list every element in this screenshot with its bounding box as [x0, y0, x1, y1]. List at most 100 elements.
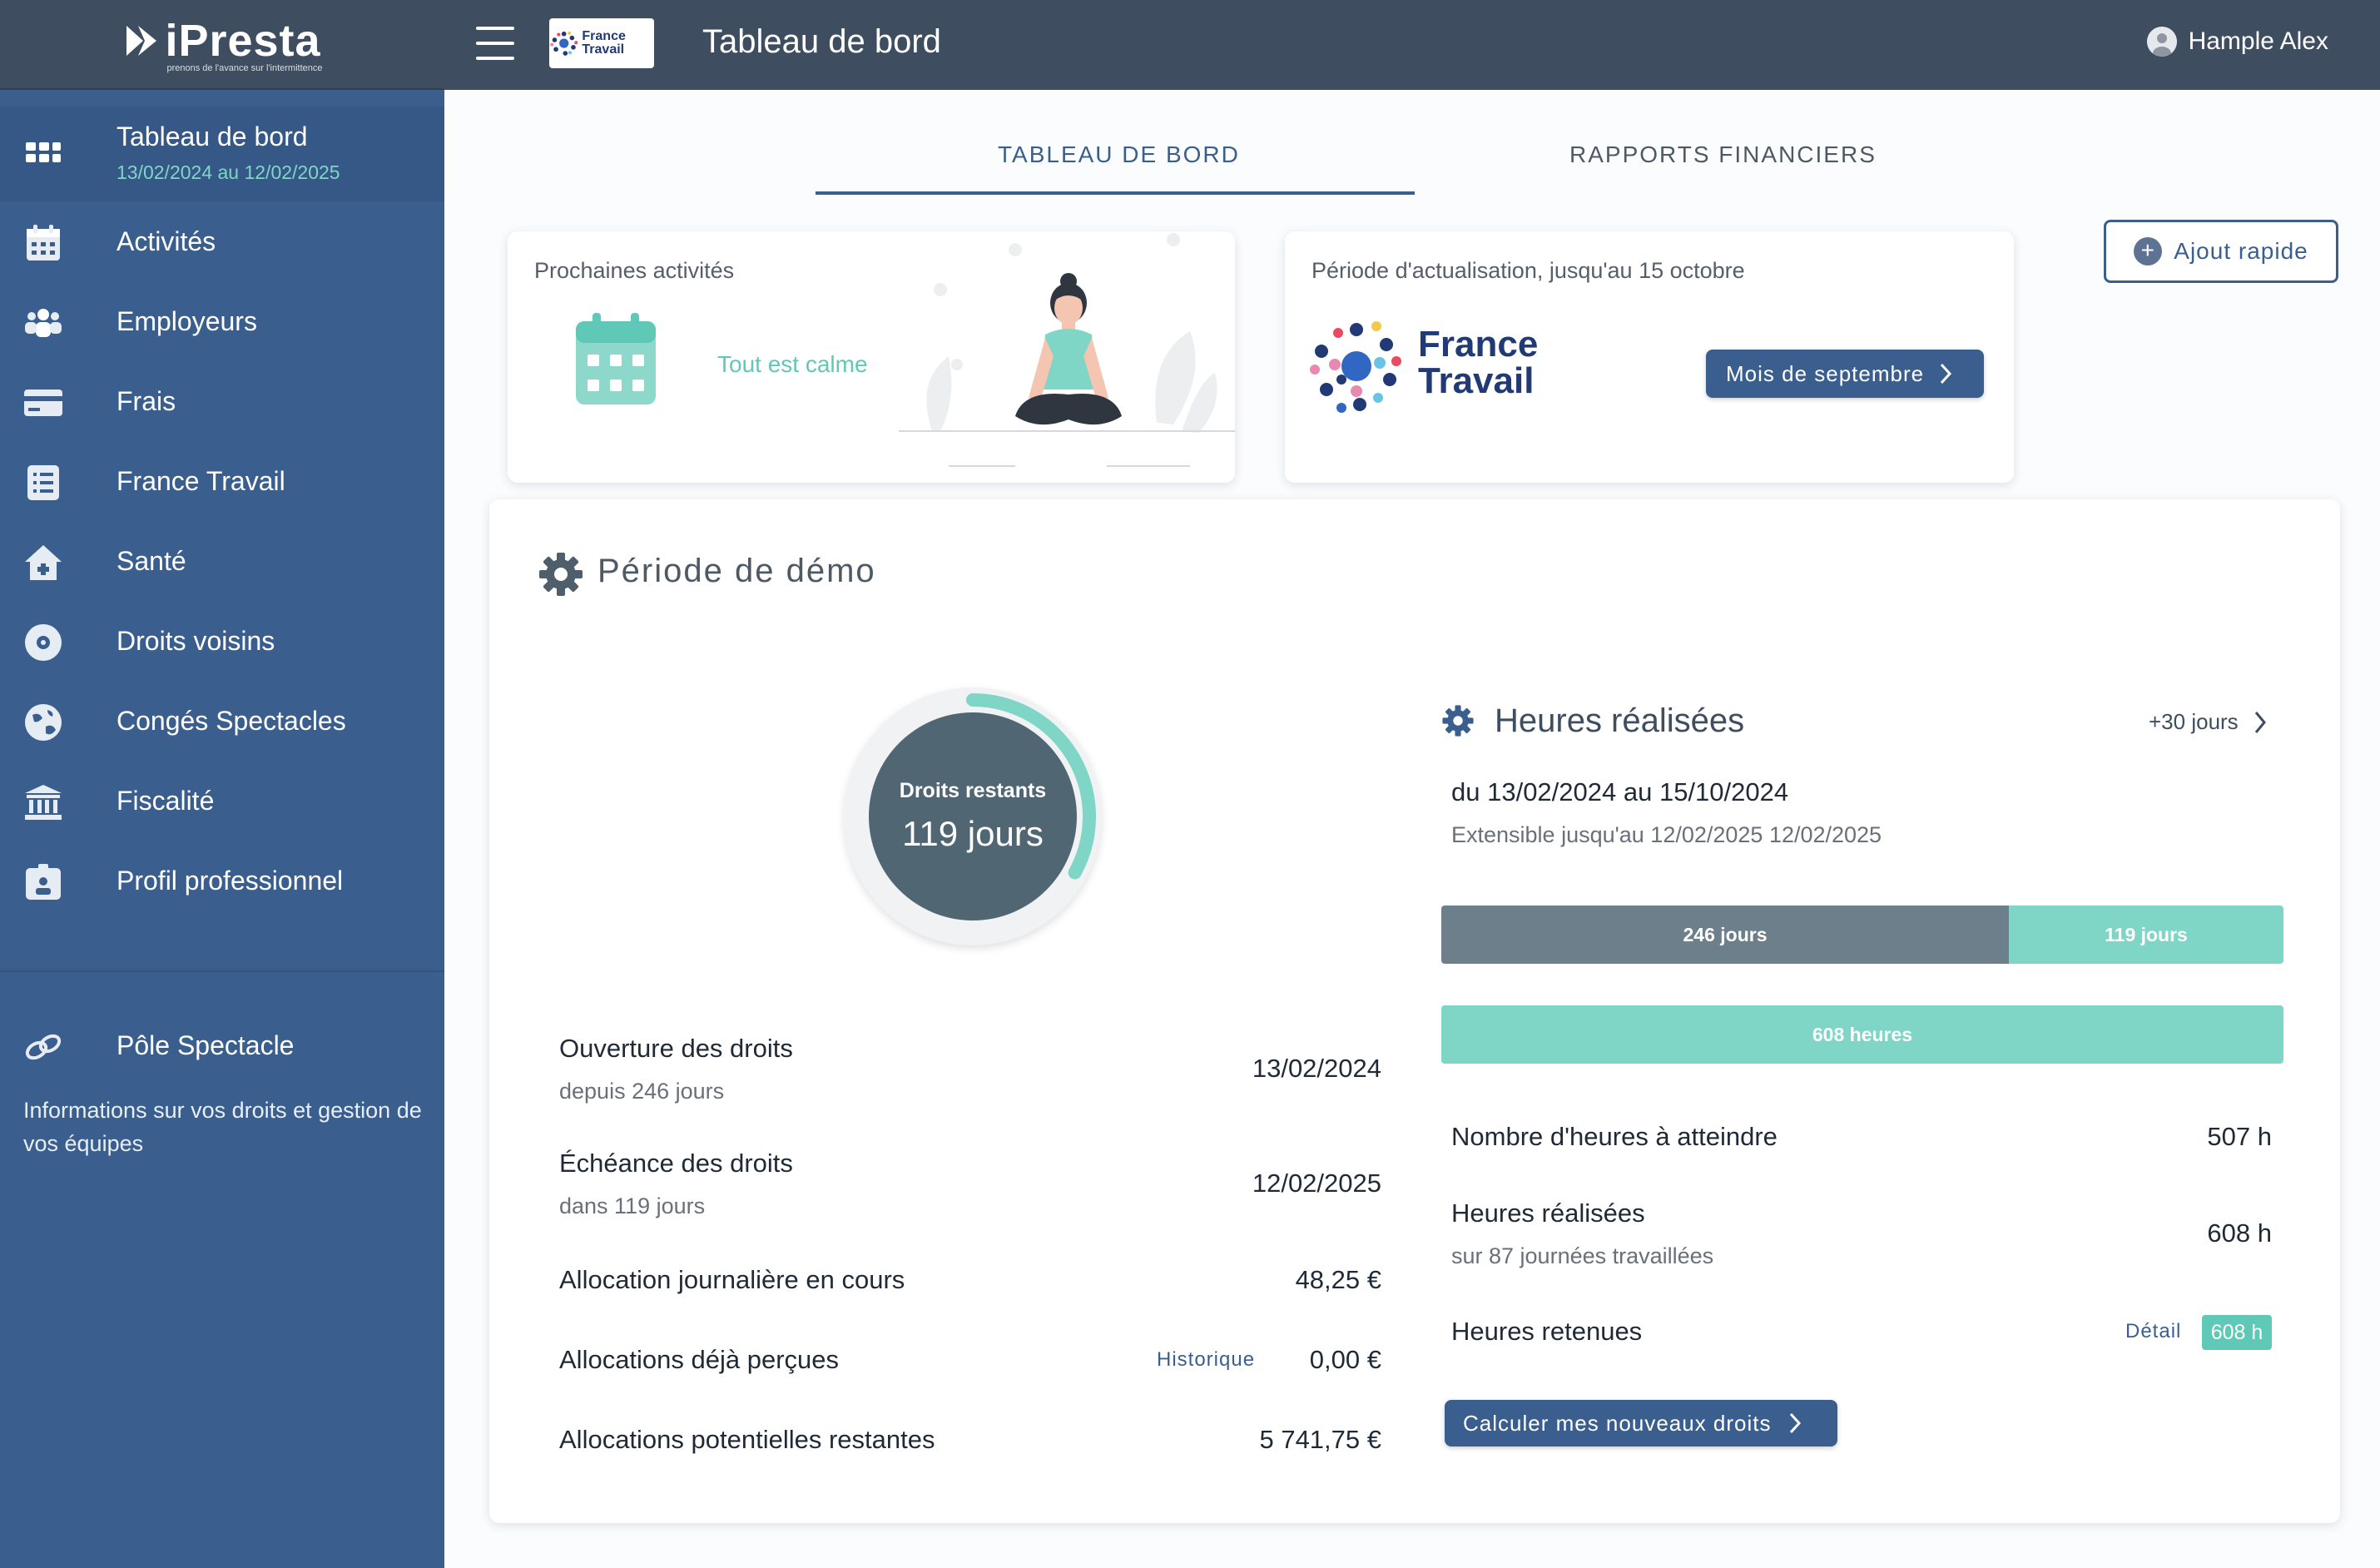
sidebar-item-fiscalite[interactable]: Fiscalité — [0, 782, 444, 822]
sidebar-item-conges-spectacles[interactable]: Congés Spectacles — [0, 702, 444, 742]
hours-retained-label: Heures retenues — [1451, 1317, 1643, 1346]
card-title: Prochaines activités — [534, 258, 735, 283]
wordmark-line-2: Travail — [1418, 360, 1535, 401]
month-september-button[interactable]: Mois de septembre — [1706, 350, 1984, 398]
app-logo[interactable]: iPresta prenons de l'avance sur l'interm… — [0, 0, 444, 90]
avatar-icon — [2146, 27, 2177, 57]
potential-allowances-value: 5 741,75 € — [1259, 1425, 1381, 1454]
tab-rapports-financiers[interactable]: RAPPORTS FINANCIERS — [1569, 141, 1877, 168]
gauge-value: 119 jours — [902, 814, 1044, 853]
link-icon — [23, 1027, 63, 1067]
daily-allowance-value: 48,25 € — [1295, 1265, 1381, 1294]
dashboard-icon — [23, 133, 63, 173]
gauge-label: Droits restants — [899, 779, 1047, 802]
hours-target-label: Nombre d'heures à atteindre — [1451, 1122, 1778, 1151]
wordmark-line-1: France — [1418, 324, 1539, 365]
france-travail-wordmark: France Travail — [1418, 326, 1538, 399]
credit-card-icon — [23, 383, 63, 423]
meditation-illustration — [899, 233, 1235, 467]
globe-icon — [23, 702, 63, 742]
calendar-icon — [23, 223, 63, 263]
user-menu[interactable]: Hample Alex — [2146, 27, 2328, 57]
sidebar-item-label: Activités — [117, 226, 216, 256]
france-travail-logo-icon — [550, 31, 578, 56]
demo-period-title: Période de démo — [597, 553, 876, 589]
sidebar-item-label: Employeurs — [117, 306, 257, 336]
days-left-bar: 119 jours — [2009, 906, 2283, 964]
france-travail-logo-icon — [1310, 321, 1401, 413]
extensible-date: Extensible jusqu'au 12/02/2025 12/02/202… — [1451, 822, 1882, 847]
chevron-right-icon — [2254, 711, 2266, 733]
sidebar-item-label: France Travail — [117, 466, 285, 496]
hours-done-sub: sur 87 journées travaillées — [1451, 1243, 1714, 1268]
sidebar-item-pole-spectacle[interactable]: Pôle Spectacle — [0, 1027, 444, 1067]
gear-icon — [1442, 705, 1474, 737]
button-label: Mois de septembre — [1726, 360, 1925, 386]
tab-tableau-de-bord[interactable]: TABLEAU DE BORD — [998, 141, 1240, 168]
plus-30-days-label: +30 jours — [2149, 709, 2239, 734]
sidebar-item-label: Congés Spectacles — [117, 706, 346, 736]
sidebar-item-profil-professionnel[interactable]: Profil professionnel — [0, 862, 444, 902]
disc-icon — [23, 623, 63, 662]
sidebar-item-label: Santé — [117, 546, 186, 576]
app-tagline: prenons de l'avance sur l'intermittence — [166, 63, 323, 73]
history-link[interactable]: Historique — [1157, 1348, 1255, 1372]
ipresta-logo-icon — [126, 26, 157, 56]
hours-retained-badge: 608 h — [2202, 1315, 2272, 1350]
sidebar-divider — [0, 970, 444, 972]
empty-state-text: Tout est calme — [717, 351, 868, 377]
hours-bar: 608 heures — [1441, 1005, 2283, 1064]
days-used-bar: 246 jours — [1441, 906, 2009, 964]
update-period-card: Période d'actualisation, jusqu'au 15 oct… — [1285, 231, 2014, 483]
sidebar-item-employeurs[interactable]: Employeurs — [0, 303, 444, 343]
sidebar-item-label: Profil professionnel — [117, 866, 344, 896]
hours-done-label: Heures réalisées — [1451, 1198, 1645, 1228]
sidebar-item-tableau-de-bord[interactable]: Tableau de bord 13/02/2024 au 12/02/2025 — [0, 107, 444, 201]
hours-period: du 13/02/2024 au 15/10/2024 — [1451, 777, 1789, 806]
card-title: Période d'actualisation, jusqu'au 15 oct… — [1311, 258, 1745, 283]
hours-title: Heures réalisées — [1495, 702, 1745, 739]
france-travail-badge[interactable]: France Travail — [549, 18, 654, 68]
plus-icon: + — [2134, 237, 2163, 265]
user-name: Hample Alex — [2188, 27, 2328, 55]
days-left-label: 119 jours — [2105, 923, 2188, 945]
active-tab-indicator — [816, 191, 1415, 195]
rights-end-sub: dans 119 jours — [559, 1193, 706, 1218]
sidebar-item-label: Tableau de bord — [117, 122, 308, 151]
gauge-center: Droits restants 119 jours — [869, 712, 1077, 920]
sidebar: iPresta prenons de l'avance sur l'interm… — [0, 0, 444, 1568]
hours-target-value: 507 h — [2207, 1122, 2272, 1151]
id-badge-icon — [23, 862, 63, 902]
page-title: Tableau de bord — [702, 23, 941, 60]
sidebar-item-sante[interactable]: Santé — [0, 543, 444, 583]
detail-link[interactable]: Détail — [2125, 1320, 2181, 1343]
sidebar-item-activites[interactable]: Activités — [0, 223, 444, 263]
quick-add-label: Ajout rapide — [2174, 238, 2308, 264]
plus-30-days-link[interactable]: +30 jours — [2149, 709, 2267, 735]
sidebar-item-period: 13/02/2024 au 12/02/2025 — [117, 161, 340, 183]
received-allowances-label: Allocations déjà perçues — [559, 1345, 840, 1374]
sidebar-item-label: Fiscalité — [117, 786, 215, 816]
calculate-rights-button[interactable]: Calculer mes nouveaux droits — [1445, 1400, 1837, 1446]
app-name: iPresta — [165, 16, 321, 66]
quick-add-button[interactable]: + Ajout rapide — [2104, 220, 2338, 283]
days-used-label: 246 jours — [1683, 923, 1768, 945]
daily-allowance-label: Allocation journalière en cours — [559, 1265, 905, 1294]
potential-allowances-label: Allocations potentielles restantes — [559, 1425, 935, 1454]
chevron-right-icon — [1940, 363, 1952, 385]
hours-done-value: 608 h — [2207, 1218, 2272, 1248]
calendar-icon — [576, 313, 656, 404]
sidebar-item-droits-voisins[interactable]: Droits voisins — [0, 623, 444, 662]
health-house-icon — [23, 543, 63, 583]
rights-end-label: Échéance des droits — [559, 1149, 793, 1178]
sidebar-item-france-travail[interactable]: France Travail — [0, 463, 444, 503]
received-allowances-value: 0,00 € — [1309, 1345, 1381, 1374]
sidebar-item-label: Pôle Spectacle — [117, 1030, 295, 1060]
sidebar-item-frais[interactable]: Frais — [0, 383, 444, 423]
chevron-right-icon — [1789, 1412, 1801, 1434]
pole-description: Informations sur vos droits et gestion d… — [23, 1098, 422, 1156]
people-icon — [23, 303, 63, 343]
menu-icon[interactable] — [476, 27, 514, 60]
rights-opening-label: Ouverture des droits — [559, 1034, 793, 1063]
sidebar-item-label: Droits voisins — [117, 626, 275, 656]
